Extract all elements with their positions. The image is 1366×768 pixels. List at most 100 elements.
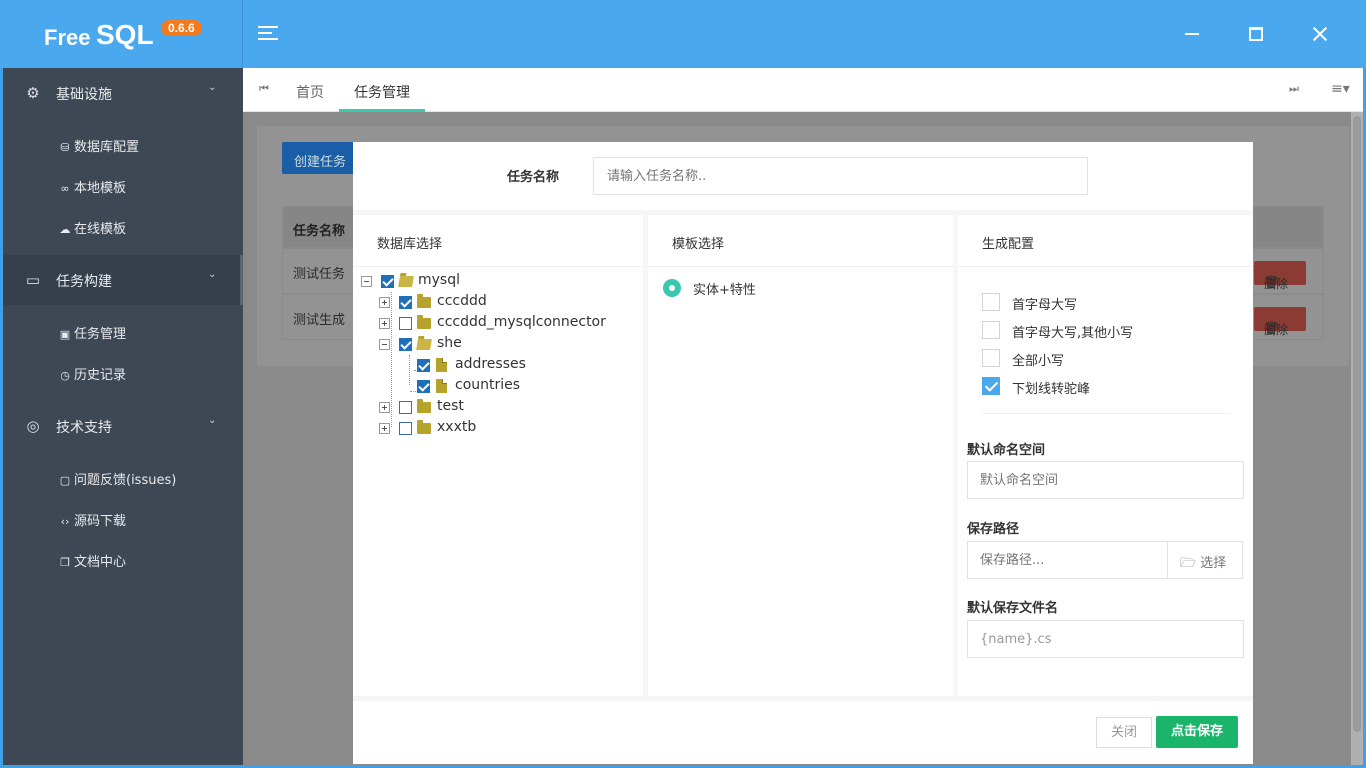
task-name-input[interactable] (593, 157, 1088, 195)
tree-line (391, 292, 392, 427)
close-button[interactable]: 关闭 (1096, 717, 1152, 748)
version-badge: 0.6.6 (161, 20, 202, 36)
sidebar-item-history[interactable]: ◷ 历史记录 (58, 364, 126, 383)
tab-menu-icon[interactable]: ≡▾ (1331, 81, 1350, 97)
checkbox[interactable] (399, 296, 412, 309)
naming-option-label: 下划线转驼峰 (1012, 382, 1091, 397)
checkbox[interactable] (982, 377, 1000, 395)
folder-icon (417, 315, 431, 329)
checkbox[interactable] (982, 321, 1000, 339)
checkbox[interactable] (982, 349, 1000, 367)
sidebar-item-label: 源码下载 (74, 514, 127, 529)
checkbox[interactable] (381, 275, 394, 288)
hamburger-menu-icon[interactable] (258, 26, 278, 42)
gen-config-title: 生成配置 (982, 237, 1035, 252)
namespace-input[interactable] (967, 461, 1244, 499)
checkbox[interactable] (399, 401, 412, 414)
namespace-label: 默认命名空间 (967, 443, 1046, 458)
tab-scroll-left-icon[interactable]: ⏮ (259, 82, 269, 96)
template-radio[interactable] (663, 279, 681, 297)
sidebar-item-label: 问题反馈(issues) (74, 473, 177, 488)
select-path-label: 选择 (1200, 556, 1227, 571)
sidebar-item-docs[interactable]: ❐ 文档中心 (58, 551, 126, 570)
filename-input[interactable] (967, 620, 1244, 658)
save-path-label: 保存路径 (967, 522, 1020, 537)
file-icon (436, 358, 447, 372)
app-header: Free SQL 0.6.6 (0, 0, 1366, 68)
sidebar-item-local-template[interactable]: ∞ 本地模板 (58, 177, 126, 196)
db-select-title: 数据库选择 (377, 237, 443, 252)
link-icon: ∞ (60, 182, 70, 195)
modal-footer: 关闭 点击保存 (353, 701, 1253, 764)
maximize-window-icon[interactable] (1244, 22, 1268, 46)
tab-scroll-right-icon[interactable]: ⏭ (1289, 82, 1299, 96)
delete-label: 删除 (1264, 277, 1289, 291)
divider (982, 413, 1230, 414)
file-icon (436, 379, 447, 393)
collapse-icon[interactable] (379, 339, 390, 350)
delete-button[interactable]: 🗑 删除 (1254, 261, 1306, 291)
tree-node-label: mysql (418, 272, 460, 288)
sidebar-item-issues[interactable]: ▢ 问题反馈(issues) (58, 469, 177, 488)
expand-icon[interactable] (379, 297, 390, 308)
chevron-down-icon: ⌄ (208, 269, 217, 280)
expand-icon[interactable] (379, 402, 390, 413)
active-tab-indicator (339, 109, 425, 112)
window-icon: ▭ (25, 271, 41, 289)
folder-open-icon (416, 339, 432, 350)
tab-home[interactable]: 首页 (296, 82, 324, 102)
sidebar-group-tech-support[interactable]: ◎ 技术支持 ⌄ (3, 401, 243, 451)
checkbox[interactable] (982, 293, 1000, 311)
sidebar-item-source-download[interactable]: ‹› 源码下载 (58, 510, 126, 529)
task-name-cell: 测试任务 (293, 267, 346, 282)
comment-icon: ▢ (59, 474, 71, 487)
folder-open-icon: 🗁 (1180, 556, 1197, 571)
tab-bar: ⏮ 首页 任务管理 ⏭ ≡▾ (243, 68, 1363, 112)
checkbox[interactable] (399, 317, 412, 330)
close-window-icon[interactable] (1308, 22, 1332, 46)
expand-icon[interactable] (379, 318, 390, 329)
chevron-down-icon: ⌄ (208, 415, 217, 426)
tab-task-manage[interactable]: 任务管理 (354, 82, 410, 102)
checkbox[interactable] (417, 380, 430, 393)
create-task-button[interactable]: 创建任务 (282, 142, 356, 174)
tree-node-label: cccddd (437, 293, 487, 309)
panel-header: 生成配置 (958, 215, 1253, 267)
column-header-task-name: 任务名称 (293, 224, 346, 239)
folder-icon (417, 399, 431, 413)
sidebar-item-label: 历史记录 (74, 368, 127, 383)
sidebar-item-online-template[interactable]: ☁ 在线模板 (58, 218, 127, 237)
scrollbar[interactable] (1351, 112, 1363, 765)
modal-header: 任务名称 (353, 142, 1253, 210)
app-logo: Free SQL 0.6.6 (0, 0, 243, 68)
panel-header: 数据库选择 (353, 215, 643, 267)
sidebar-group-task-build[interactable]: ▭ 任务构建 ⌄ (3, 255, 243, 305)
folder-icon (417, 420, 431, 434)
db-select-panel: 数据库选择 mysql cccddd cccddd_mysqlconnector… (353, 215, 643, 696)
save-path-input[interactable] (967, 541, 1169, 579)
template-option-label: 实体+特性 (693, 283, 756, 298)
expand-icon[interactable] (379, 423, 390, 434)
database-icon: ⛁ (60, 141, 70, 154)
collapse-icon[interactable] (361, 276, 372, 287)
tree-node-label: addresses (455, 356, 526, 372)
sidebar-item-db-config[interactable]: ⛁ 数据库配置 (58, 136, 139, 155)
naming-option-label: 首字母大写 (1012, 298, 1078, 313)
logo-text-sql: SQL (96, 19, 154, 50)
chevron-down-icon: ⌄ (208, 82, 217, 93)
cloud-icon: ☁ (59, 223, 71, 236)
tree-node-label: cccddd_mysqlconnector (437, 314, 606, 330)
folder-icon (417, 294, 431, 308)
checkbox[interactable] (399, 422, 412, 435)
save-button[interactable]: 点击保存 (1156, 716, 1238, 748)
minimize-window-icon[interactable] (1180, 22, 1204, 46)
naming-option-label: 全部小写 (1012, 354, 1065, 369)
folder-open-icon (398, 276, 414, 287)
delete-button[interactable]: 🗑 删除 (1254, 307, 1306, 337)
checkbox[interactable] (399, 338, 412, 351)
checkbox[interactable] (417, 359, 430, 372)
sidebar-group-infrastructure[interactable]: ⚙ 基础设施 ⌄ (3, 68, 243, 118)
tree-node-label: test (437, 398, 464, 414)
sidebar-item-task-manage[interactable]: ▣ 任务管理 (58, 323, 126, 342)
select-path-button[interactable]: 🗁 选择 (1167, 541, 1243, 579)
